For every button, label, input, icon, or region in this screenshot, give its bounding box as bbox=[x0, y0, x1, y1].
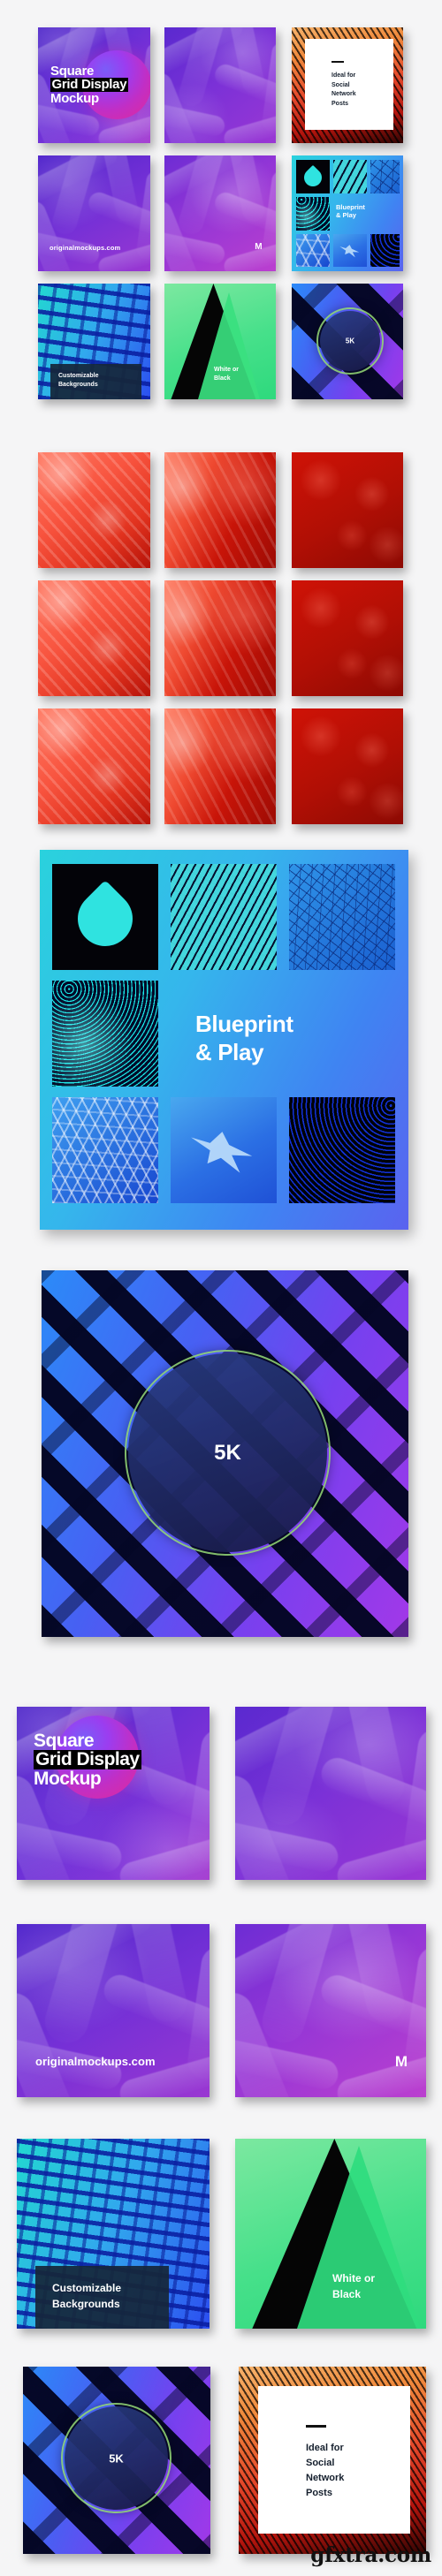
tile-bottom-logo[interactable]: M bbox=[235, 1924, 426, 2097]
blueprint-mini-title: Blueprint & Play bbox=[336, 203, 365, 220]
customizable-label: Customizable Backgrounds bbox=[58, 372, 99, 388]
tile-hero-social[interactable]: Ideal for Social Network Posts bbox=[292, 27, 403, 143]
bp-cell-cracks bbox=[289, 864, 395, 970]
white-or-black-label: White or Black bbox=[214, 366, 239, 382]
headline-line-1: Square bbox=[34, 1731, 95, 1751]
site-watermark: gfxtra.com bbox=[310, 2543, 431, 2567]
cell-drop bbox=[296, 160, 330, 193]
headline-hero: Square Grid Display Mockup bbox=[50, 64, 128, 105]
section-fivek-panel[interactable]: 5K bbox=[42, 1270, 408, 1637]
site-url-label: originalmockups.com bbox=[35, 2054, 156, 2068]
bp-cell-halftone bbox=[52, 981, 158, 1087]
tile-hero-5k[interactable]: 5K bbox=[292, 284, 403, 399]
bp-cell-bird bbox=[171, 1097, 277, 1203]
purple-tube-texture bbox=[38, 155, 150, 271]
tile-hero-plain-2[interactable]: M bbox=[164, 155, 276, 271]
headline-line-2: Grid Display bbox=[50, 77, 128, 93]
brand-logo-mark: M bbox=[394, 2053, 408, 2070]
water-drop-icon bbox=[300, 164, 326, 190]
purple-tube-texture bbox=[17, 1924, 210, 2097]
tile-bottom-customizable[interactable]: Customizable Backgrounds bbox=[17, 2139, 210, 2329]
tile-bottom-plain-1[interactable] bbox=[235, 1707, 426, 1880]
tile-hero-plain-1[interactable] bbox=[164, 27, 276, 143]
tile-red-3[interactable] bbox=[292, 452, 403, 568]
headline-line-3: Mockup bbox=[50, 90, 99, 106]
tile-bottom-social[interactable]: Ideal for Social Network Posts bbox=[239, 2367, 426, 2554]
five-k-ring-badge: 5K bbox=[318, 309, 382, 373]
five-k-label-large: 5K bbox=[214, 1440, 241, 1465]
headline-line-2: Grid Display bbox=[34, 1750, 141, 1769]
water-drop-icon bbox=[66, 880, 144, 958]
cell-scales bbox=[333, 160, 367, 193]
cell-bird bbox=[333, 234, 367, 267]
tile-hero-url[interactable]: originalmockups.com bbox=[38, 155, 150, 271]
tile-red-2[interactable] bbox=[164, 452, 276, 568]
cell-halftone bbox=[296, 197, 330, 231]
five-k-label: 5K bbox=[345, 337, 355, 345]
bird-icon bbox=[339, 245, 360, 258]
tile-bottom-5k[interactable]: 5K bbox=[23, 2367, 210, 2554]
blueprint-title: Blueprint & Play bbox=[195, 1011, 293, 1065]
five-k-ring-badge-large: 5K bbox=[126, 1352, 329, 1554]
divider-rule bbox=[306, 2425, 326, 2428]
headline-line-3: Mockup bbox=[34, 1768, 102, 1789]
tile-bottom-white-or-black[interactable]: White or Black bbox=[235, 2139, 426, 2329]
bp-cell-moire bbox=[289, 1097, 395, 1203]
bp-cell-drop bbox=[52, 864, 158, 970]
cell-cracks bbox=[370, 160, 400, 193]
tile-hero-white-or-black[interactable]: White or Black bbox=[164, 284, 276, 399]
tile-hero-blueprint[interactable]: Blueprint & Play bbox=[292, 155, 403, 271]
tile-red-9[interactable] bbox=[292, 708, 403, 824]
five-k-ring-badge: 5K bbox=[63, 2405, 170, 2512]
purple-tube-texture bbox=[235, 1707, 426, 1880]
bp-cell-scales bbox=[171, 864, 277, 970]
cell-lattice bbox=[296, 234, 330, 267]
white-or-black-label: White or Black bbox=[332, 2272, 375, 2300]
five-k-label: 5K bbox=[109, 2451, 124, 2465]
tile-red-1[interactable] bbox=[38, 452, 150, 568]
purple-tube-texture bbox=[164, 27, 276, 143]
tile-bottom-title[interactable]: Square Grid Display Mockup bbox=[17, 1707, 210, 1880]
tile-red-8[interactable] bbox=[164, 708, 276, 824]
tile-hero-customizable[interactable]: Customizable Backgrounds bbox=[38, 284, 150, 399]
brand-logo-mark: M bbox=[255, 242, 262, 252]
tile-red-6[interactable] bbox=[292, 580, 403, 696]
tile-bottom-url[interactable]: originalmockups.com bbox=[17, 1924, 210, 2097]
cell-moire bbox=[370, 234, 400, 267]
tile-red-5[interactable] bbox=[164, 580, 276, 696]
bird-icon bbox=[191, 1132, 253, 1173]
site-url-label: originalmockups.com bbox=[50, 243, 121, 252]
tile-red-7[interactable] bbox=[38, 708, 150, 824]
tile-hero-title[interactable]: Square Grid Display Mockup bbox=[38, 27, 150, 143]
section-blueprint-panel[interactable]: Blueprint & Play bbox=[40, 850, 408, 1230]
social-post-label: Ideal for Social Network Posts bbox=[332, 72, 356, 107]
mockup-preview-page: Square Grid Display Mockup Ideal for Soc… bbox=[0, 0, 442, 2576]
headline-line-1: Square bbox=[50, 64, 95, 79]
headline-bottom: Square Grid Display Mockup bbox=[34, 1731, 141, 1788]
purple-tube-texture bbox=[164, 155, 276, 271]
customizable-label: Customizable Backgrounds bbox=[52, 2282, 122, 2310]
social-post-label: Ideal for Social Network Posts bbox=[306, 2443, 345, 2499]
tile-red-4[interactable] bbox=[38, 580, 150, 696]
purple-tube-texture bbox=[235, 1924, 426, 2097]
bp-cell-lattice bbox=[52, 1097, 158, 1203]
divider-rule bbox=[332, 61, 344, 63]
